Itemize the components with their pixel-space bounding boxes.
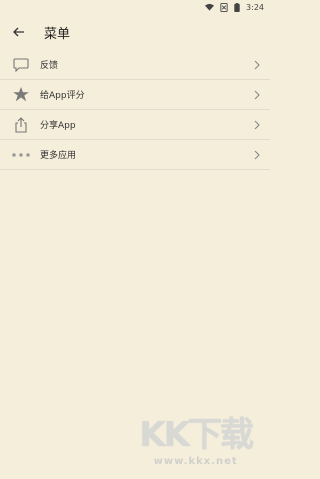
more-dots-icon bbox=[10, 152, 32, 157]
menu-item-label: 反馈 bbox=[40, 61, 59, 71]
menu-item-label: 给App评分 bbox=[40, 91, 85, 101]
status-time: 3:24 bbox=[246, 2, 264, 12]
app-bar: 菜单 bbox=[0, 14, 270, 50]
status-bar: 3:24 bbox=[0, 0, 270, 14]
menu-list: 反馈 给App评分 分享App 更多应用 bbox=[0, 50, 270, 170]
watermark-logo: KK下载 bbox=[139, 415, 254, 455]
chevron-right-icon bbox=[250, 60, 260, 70]
wifi-icon bbox=[205, 3, 215, 11]
star-icon bbox=[10, 87, 32, 102]
page-title: 菜单 bbox=[44, 26, 71, 42]
menu-item-label: 更多应用 bbox=[40, 151, 77, 161]
back-arrow-icon[interactable] bbox=[10, 23, 28, 41]
menu-item-rate-app[interactable]: 给App评分 bbox=[0, 80, 270, 110]
watermark-url: www.kkx.net bbox=[153, 456, 238, 467]
battery-icon bbox=[234, 2, 240, 12]
menu-item-label: 分享App bbox=[40, 121, 76, 131]
menu-item-more-apps[interactable]: 更多应用 bbox=[0, 140, 270, 170]
watermark: KK下载 www.kkx.net bbox=[139, 407, 254, 467]
share-icon bbox=[10, 116, 32, 133]
menu-item-feedback[interactable]: 反馈 bbox=[0, 50, 270, 80]
chevron-right-icon bbox=[250, 120, 260, 130]
chat-bubble-icon bbox=[10, 57, 32, 72]
chevron-right-icon bbox=[250, 90, 260, 100]
menu-item-share-app[interactable]: 分享App bbox=[0, 110, 270, 140]
no-sim-icon bbox=[220, 2, 228, 12]
chevron-right-icon bbox=[250, 150, 260, 160]
